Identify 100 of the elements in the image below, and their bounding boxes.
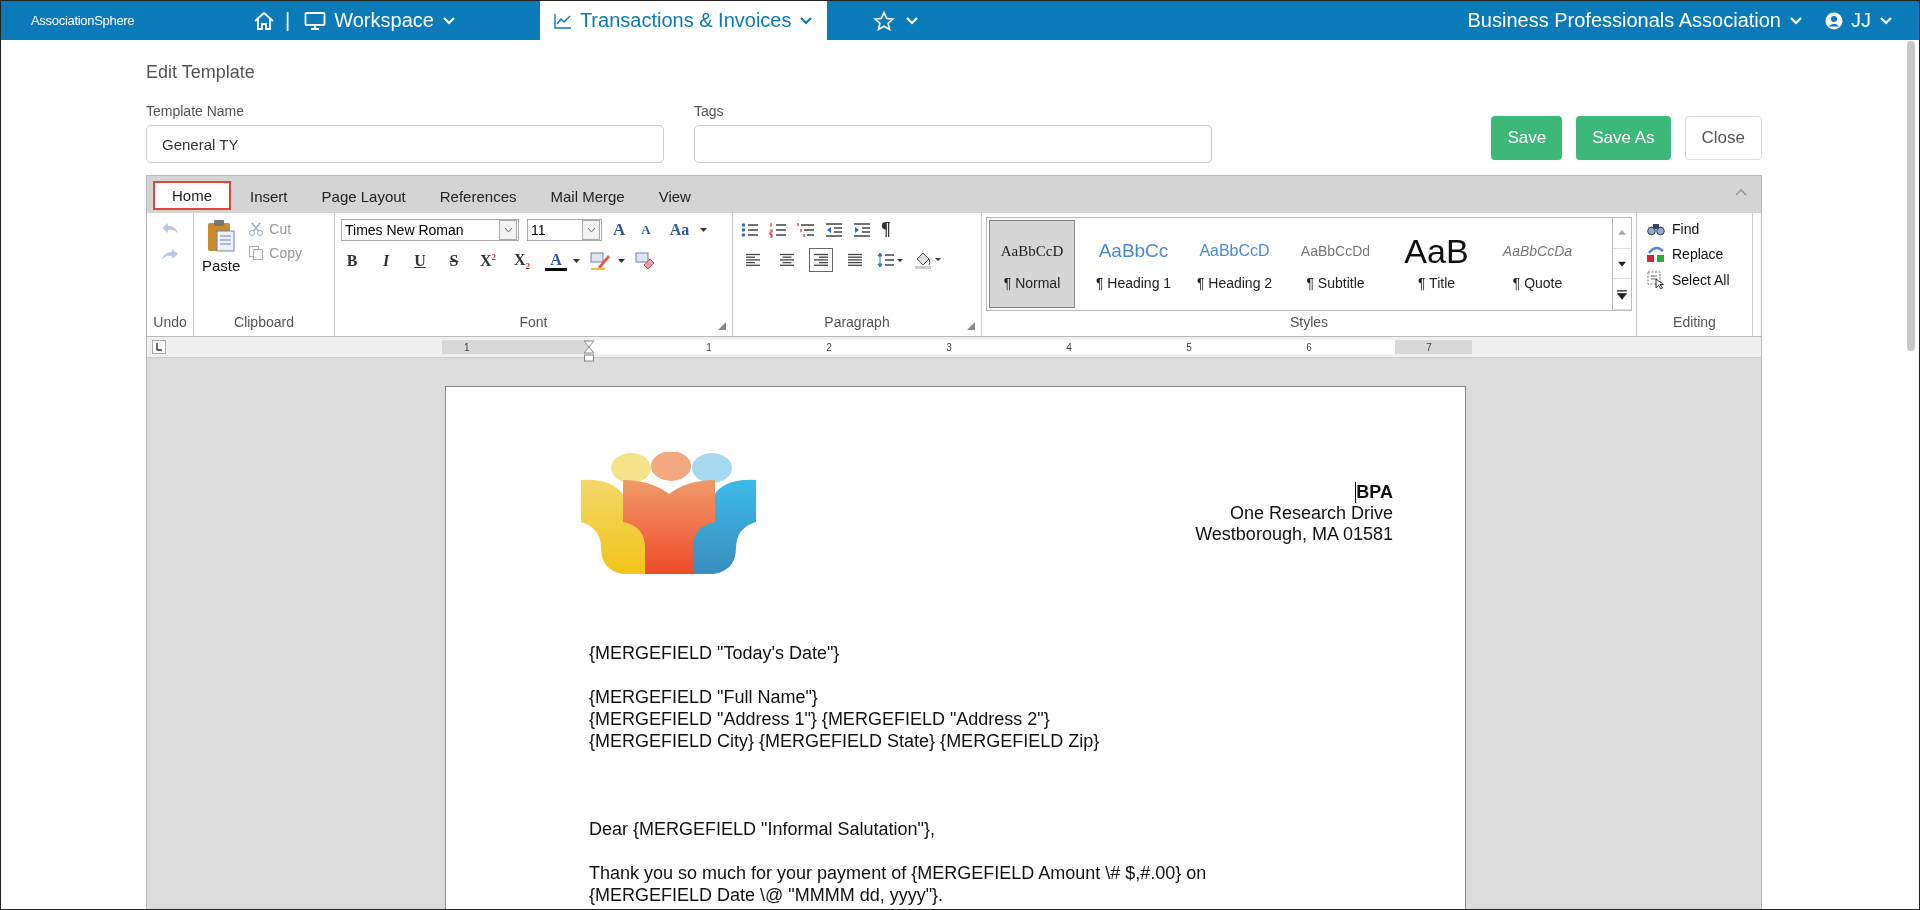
group-label: Font bbox=[518, 314, 549, 332]
chevron-down-icon bbox=[503, 227, 513, 233]
chevron-down-icon bbox=[799, 15, 814, 26]
style-option[interactable]: AaBbCcDa ¶ Quote bbox=[1487, 218, 1588, 310]
shrink-font-button[interactable]: A bbox=[636, 222, 656, 238]
document-text-line: {MERGEFIELD City} {MERGEFIELD State} {MERGEFIELD Zip} bbox=[589, 730, 1101, 752]
ruler-number: 3 bbox=[945, 340, 953, 354]
nav-separator: | bbox=[285, 9, 291, 32]
dropdown-arrow-icon[interactable] bbox=[618, 258, 625, 264]
organization-name: BPA bbox=[1355, 482, 1393, 503]
select-all-button[interactable]: Select All bbox=[1647, 271, 1752, 289]
line-spacing-icon[interactable] bbox=[877, 252, 903, 268]
ribbon-tab[interactable]: Mail Merge bbox=[537, 182, 638, 211]
font-name-dropdown[interactable]: Times New Roman bbox=[341, 219, 519, 241]
ruler-number: 6 bbox=[1305, 340, 1313, 354]
ribbon-tab[interactable]: References bbox=[426, 182, 530, 211]
page-scrollbar[interactable] bbox=[1907, 41, 1915, 351]
template-name-field[interactable]: General TY bbox=[146, 125, 664, 163]
group-label: Clipboard bbox=[233, 314, 295, 332]
ribbon-tab[interactable]: Home bbox=[155, 183, 229, 208]
address-line: One Research Drive bbox=[1229, 503, 1393, 524]
document-text-line: {MERGEFIELD "Full Name"} bbox=[589, 686, 819, 708]
style-option[interactable]: AaB ¶ Title bbox=[1386, 218, 1487, 310]
format-button[interactable]: B bbox=[341, 252, 363, 271]
page-title: Edit Template bbox=[146, 62, 256, 83]
highlighter-icon[interactable] bbox=[590, 251, 612, 272]
align-justify-icon bbox=[847, 253, 863, 267]
ribbon-tab[interactable]: Insert bbox=[237, 182, 301, 211]
chevron-down-icon bbox=[441, 15, 456, 26]
replace-icon bbox=[1647, 245, 1665, 263]
chevron-down-icon[interactable] bbox=[905, 15, 920, 26]
document-text-line: Dear {MERGEFIELD "Informal Salutation"}, bbox=[589, 818, 936, 840]
align-left-icon bbox=[745, 253, 761, 267]
style-option[interactable]: AaBbCc ¶ Heading 1 bbox=[1083, 218, 1184, 310]
align-center-icon bbox=[779, 253, 795, 267]
field-label: Tags bbox=[694, 103, 725, 119]
replace-button[interactable]: Replace bbox=[1647, 245, 1752, 263]
dropdown-arrow-icon[interactable] bbox=[700, 227, 708, 233]
font-color-button[interactable]: A bbox=[545, 251, 567, 272]
format-button[interactable]: S bbox=[443, 252, 465, 271]
document-text-line: Thank you so much for your payment of {MERGEFIELD Amount \# $,#.00} on bbox=[589, 862, 1208, 884]
nav-tab[interactable]: Transactions & Invoices bbox=[539, 1, 828, 40]
group-label: Undo bbox=[152, 314, 188, 332]
paste-button[interactable]: Paste bbox=[202, 219, 241, 314]
chevron-down-icon bbox=[1789, 15, 1803, 26]
show-marks-button[interactable]: ¶ bbox=[881, 219, 891, 240]
decrease-indent-icon[interactable] bbox=[825, 221, 843, 238]
group-label: Styles bbox=[1288, 314, 1330, 332]
document-text-line: {MERGEFIELD Date \@ "MMMM dd, yyyy"}. bbox=[589, 884, 945, 906]
user-menu[interactable]: JJ bbox=[1825, 9, 1893, 32]
star-icon[interactable] bbox=[873, 10, 896, 31]
organization-menu[interactable]: Business Professionals Association bbox=[1467, 9, 1803, 32]
style-option[interactable]: AaBbCcD ¶ Normal bbox=[989, 220, 1075, 308]
line-chart-icon bbox=[553, 12, 572, 29]
document-text-line: {MERGEFIELD "Address 1"} {MERGEFIELD "Address 2"} bbox=[589, 708, 1051, 730]
ruler-number: 5 bbox=[1185, 340, 1193, 354]
style-option[interactable]: AaBbCcD ¶ Heading 2 bbox=[1184, 218, 1285, 310]
align-right-icon bbox=[813, 253, 829, 267]
format-button[interactable]: U bbox=[409, 252, 431, 271]
multilevel-list-icon[interactable] bbox=[797, 221, 815, 238]
ruler-number: 1 bbox=[463, 340, 471, 354]
nav-tab[interactable]: Workspace bbox=[300, 1, 470, 40]
field-label: Template Name bbox=[146, 103, 246, 119]
ruler-number: 2 bbox=[825, 340, 833, 354]
group-label: Editing bbox=[1672, 314, 1717, 332]
indent-marker-icon[interactable] bbox=[583, 340, 595, 362]
dialog-launcher-icon[interactable] bbox=[718, 322, 726, 330]
monitor-icon bbox=[304, 10, 327, 31]
shading-icon[interactable] bbox=[913, 251, 941, 269]
bulleted-list-icon[interactable] bbox=[741, 221, 759, 238]
ruler-number: 1 bbox=[705, 340, 713, 354]
increase-indent-icon[interactable] bbox=[853, 221, 871, 238]
grow-font-button[interactable]: A bbox=[608, 220, 631, 240]
home-icon[interactable] bbox=[253, 10, 275, 31]
ruler-number: 7 bbox=[1425, 340, 1433, 354]
dialog-launcher-icon[interactable] bbox=[967, 322, 975, 330]
find-button[interactable]: Find bbox=[1647, 221, 1752, 237]
font-size-dropdown[interactable]: 11 bbox=[527, 219, 602, 241]
form-button[interactable]: Close bbox=[1684, 116, 1762, 160]
tags-field[interactable] bbox=[694, 125, 1212, 163]
ribbon-tab[interactable]: Page Layout bbox=[308, 182, 419, 211]
group-label: Paragraph bbox=[823, 314, 891, 332]
ruler-number: 4 bbox=[1065, 340, 1073, 354]
tab-stop-selector-icon[interactable] bbox=[152, 340, 166, 354]
ribbon-tab[interactable]: View bbox=[645, 182, 704, 211]
change-case-button[interactable]: Aa bbox=[661, 221, 695, 239]
binoculars-icon bbox=[1647, 222, 1665, 236]
format-button[interactable]: I bbox=[375, 252, 397, 271]
dropdown-arrow-icon[interactable] bbox=[573, 258, 580, 264]
style-option[interactable]: AaBbCcDd ¶ Subtitle bbox=[1285, 218, 1386, 310]
document-text-line: {MERGEFIELD "Today's Date"} bbox=[589, 642, 841, 664]
numbered-list-icon[interactable] bbox=[769, 221, 787, 238]
format-button[interactable]: X$^{2}$ bbox=[477, 251, 499, 271]
clear-formatting-icon[interactable] bbox=[635, 251, 655, 272]
scissors-icon bbox=[248, 221, 265, 237]
format-button[interactable]: X$_{2}$ bbox=[511, 251, 533, 272]
app-logo[interactable]: AssociationSphere bbox=[31, 13, 221, 28]
copy-icon bbox=[248, 245, 265, 261]
chevron-down-icon bbox=[586, 227, 596, 233]
align-button[interactable] bbox=[809, 248, 833, 272]
